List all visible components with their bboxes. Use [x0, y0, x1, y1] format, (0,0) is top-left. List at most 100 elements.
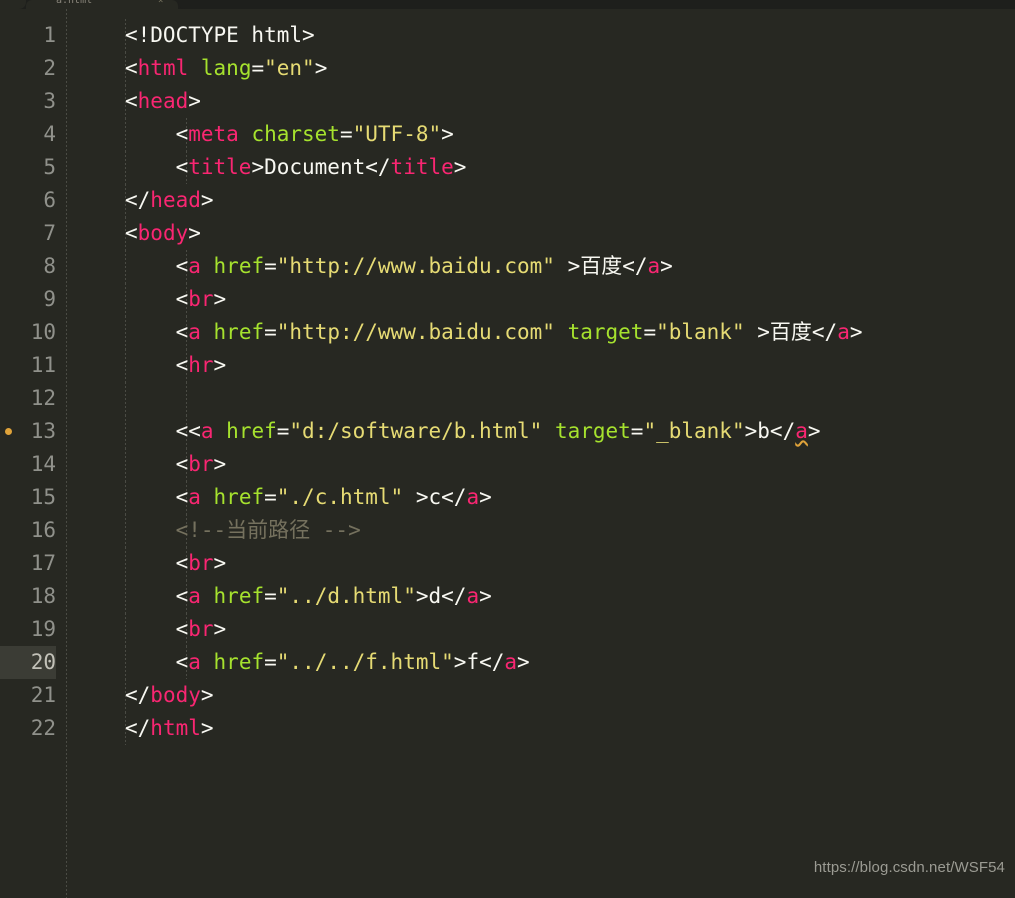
- code-line[interactable]: 18 <a href="../d.html">d</a>: [0, 580, 1015, 613]
- code-line[interactable]: 4 <meta charset="UTF-8">: [0, 118, 1015, 151]
- code-token: <: [125, 254, 189, 278]
- line-number: 7: [43, 221, 56, 245]
- code-line[interactable]: 17 <br>: [0, 547, 1015, 580]
- code-token: =: [251, 56, 265, 80]
- code-token: </: [125, 683, 151, 707]
- code-token: >: [188, 89, 201, 113]
- code-token: </: [479, 650, 505, 674]
- line-number: 15: [30, 485, 56, 509]
- code-token: <: [125, 287, 189, 311]
- code-line[interactable]: 21 </body>: [0, 679, 1015, 712]
- code-line[interactable]: 10 <a href="http://www.baidu.com" target…: [0, 316, 1015, 349]
- code-line[interactable]: 6 </head>: [0, 184, 1015, 217]
- line-number: 5: [43, 155, 56, 179]
- code-token: a: [795, 419, 808, 443]
- code-token: a: [188, 584, 201, 608]
- code-line[interactable]: 22 </html>: [0, 712, 1015, 745]
- code-line-text: <!DOCTYPE html>: [125, 19, 315, 52]
- code-token: b: [757, 419, 770, 443]
- code-line[interactable]: 11 <hr>: [0, 349, 1015, 382]
- code-token: f: [466, 650, 480, 674]
- code-token: br: [188, 452, 214, 476]
- code-line-text: <a href="../d.html">d</a>: [125, 580, 492, 613]
- code-line-text: <a href="http://www.baidu.com" target="b…: [125, 316, 863, 349]
- indent-guide: [186, 382, 187, 415]
- code-token: >: [479, 584, 492, 608]
- code-line-text: <meta charset="UTF-8">: [125, 118, 454, 151]
- code-line[interactable]: 3 <head>: [0, 85, 1015, 118]
- line-number: 22: [30, 716, 56, 740]
- line-number: 2: [43, 56, 56, 80]
- code-line-text: <title>Document</title>: [125, 151, 467, 184]
- line-number: 8: [43, 254, 56, 278]
- code-line-text: <head>: [125, 85, 201, 118]
- code-line[interactable]: 7 <body>: [0, 217, 1015, 250]
- code-line[interactable]: 2 <html lang="en">: [0, 52, 1015, 85]
- code-line[interactable]: 15 <a href="./c.html" >c</a>: [0, 481, 1015, 514]
- code-token: >: [441, 122, 454, 146]
- line-number: 10: [30, 320, 56, 344]
- code-token: =: [643, 320, 657, 344]
- close-icon[interactable]: ×: [158, 0, 163, 6]
- code-line[interactable]: 19 <br>: [0, 613, 1015, 646]
- code-token: >: [213, 617, 227, 641]
- code-token: <!--当前路径 -->: [125, 518, 361, 542]
- code-token: </: [365, 155, 391, 179]
- code-token: =: [264, 320, 277, 344]
- code-line[interactable]: 8 <a href="http://www.baidu.com" >百度</a>: [0, 250, 1015, 283]
- code-token: >: [213, 287, 227, 311]
- code-token: >: [188, 221, 201, 245]
- code-token: title: [188, 155, 252, 179]
- code-line[interactable]: 5 <title>Document</title>: [0, 151, 1015, 184]
- code-line-text: <a href="./c.html" >c</a>: [125, 481, 492, 514]
- line-number: 21: [30, 683, 56, 707]
- code-token: a: [466, 485, 480, 509]
- code-token: >: [479, 485, 492, 509]
- code-token: a: [837, 320, 850, 344]
- code-line[interactable]: 1 <!DOCTYPE html>: [0, 19, 1015, 52]
- code-token: <: [125, 353, 189, 377]
- code-token: >: [660, 254, 673, 278]
- code-token: "../../f.html": [276, 650, 454, 674]
- code-token: "http://www.baidu.com": [276, 320, 555, 344]
- code-token: =: [264, 485, 277, 509]
- code-line[interactable]: 20 <a href="../../f.html">f</a>: [0, 646, 1015, 679]
- code-token: meta: [188, 122, 239, 146]
- code-token: >: [517, 650, 530, 674]
- code-token: =: [264, 254, 277, 278]
- code-token: <: [125, 320, 189, 344]
- code-token: Document: [264, 155, 366, 179]
- code-token: lang: [200, 56, 252, 80]
- code-token: </: [441, 485, 467, 509]
- code-token: br: [188, 551, 214, 575]
- tab-bar: a.html ×: [0, 0, 1015, 9]
- code-token: c: [428, 485, 442, 509]
- code-line[interactable]: 16 <!--当前路径 -->: [0, 514, 1015, 547]
- code-line-text: <<a href="d:/software/b.html" target="_b…: [125, 415, 821, 448]
- code-line-text: <br>: [125, 613, 227, 646]
- code-line[interactable]: 9 <br>: [0, 283, 1015, 316]
- code-token: <: [125, 452, 189, 476]
- code-line[interactable]: 14 <br>: [0, 448, 1015, 481]
- code-token: head: [150, 188, 201, 212]
- line-number: 3: [43, 89, 56, 113]
- indent-guide: [125, 382, 126, 415]
- code-token: a: [188, 485, 201, 509]
- code-editor-area[interactable]: 1 <!DOCTYPE html> 2 <html lang="en"> 3 <head>…: [0, 9, 1015, 898]
- code-token: a: [504, 650, 518, 674]
- code-token: "http://www.baidu.com": [276, 254, 555, 278]
- code-token: a: [200, 419, 214, 443]
- code-token: "en": [264, 56, 315, 80]
- code-token: </: [769, 419, 796, 443]
- line-number: 1: [43, 23, 56, 47]
- code-token: >: [744, 419, 758, 443]
- code-token: >: [314, 56, 328, 80]
- code-token: >: [213, 452, 227, 476]
- code-line[interactable]: 12: [0, 382, 1015, 415]
- code-line[interactable]: 13 <<a href="d:/software/b.html" target=…: [0, 415, 1015, 448]
